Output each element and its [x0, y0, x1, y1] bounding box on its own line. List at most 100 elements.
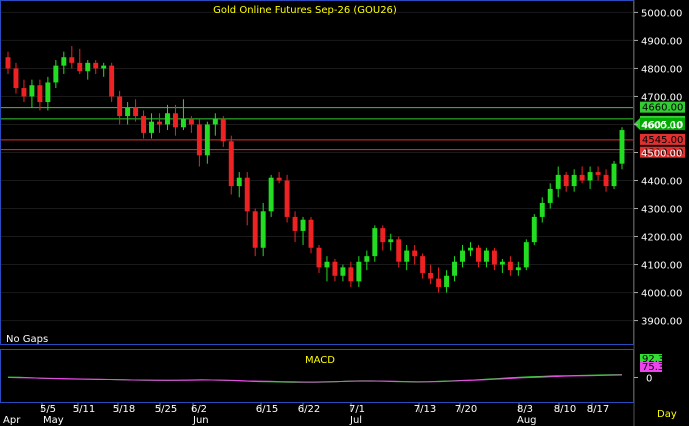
- candle-body: [420, 256, 426, 273]
- candle-body: [69, 57, 75, 63]
- candle-body: [141, 116, 147, 133]
- candle-body: [300, 219, 306, 231]
- y-tick-label: 4800.00: [641, 64, 682, 75]
- month-label: May: [43, 415, 64, 426]
- candle-body: [204, 124, 210, 156]
- candle-body: [380, 228, 386, 243]
- x-tick-label: 7/20: [455, 404, 477, 415]
- chart-svg: 4660.004620.004545.004510.004605.10 3900…: [0, 0, 685, 426]
- candle-body: [236, 177, 242, 187]
- candle-body: [61, 57, 67, 66]
- candle-body: [356, 261, 362, 282]
- candle-body: [515, 267, 521, 271]
- candle-body: [21, 88, 27, 97]
- candle-body: [228, 141, 234, 187]
- candle-body: [172, 113, 178, 128]
- x-tick-label: 5/18: [113, 404, 135, 415]
- candle-body: [412, 250, 418, 257]
- x-tick-label: 5/5: [40, 404, 56, 415]
- candle-body: [595, 172, 601, 175]
- candle-body: [292, 216, 298, 231]
- candle-body: [260, 211, 266, 248]
- candle-body: [404, 250, 410, 262]
- x-tick-label: 5/25: [155, 404, 177, 415]
- candle-body: [619, 130, 625, 164]
- candle-body: [547, 188, 553, 203]
- candle-body: [507, 261, 513, 271]
- macd-value-label: 75.3: [642, 362, 664, 373]
- y-tick-label: 4400.00: [641, 177, 682, 188]
- period-label: Day: [657, 409, 677, 420]
- candle-body: [388, 239, 394, 243]
- candle-body: [523, 242, 529, 268]
- x-tick-label: 7/13: [414, 404, 436, 415]
- candle-body: [372, 228, 378, 257]
- y-tick-label: 4600.00: [641, 120, 682, 131]
- candle-body: [332, 261, 338, 276]
- x-tick-label: 6/22: [298, 404, 320, 415]
- candle-body: [85, 62, 91, 72]
- candle-body: [611, 163, 617, 187]
- candle-body: [149, 121, 155, 133]
- chart-title: Gold Online Futures Sep-26 (GOU26): [213, 5, 397, 16]
- candle-body: [348, 267, 354, 282]
- candle-body: [428, 272, 434, 279]
- candle-body: [483, 250, 489, 262]
- y-tick-label: 4000.00: [641, 289, 682, 300]
- candle-body: [244, 177, 250, 212]
- candle-body: [396, 239, 402, 262]
- x-tick-label: 8/10: [554, 404, 576, 415]
- candle-body: [460, 250, 465, 262]
- candle-body: [324, 261, 330, 268]
- x-tick-label: 6/2: [191, 404, 207, 415]
- y-tick-label: 4500.00: [641, 148, 682, 159]
- candle-body: [37, 85, 43, 103]
- candle-body: [364, 256, 370, 262]
- candle-body: [539, 202, 545, 217]
- candle-body: [53, 65, 59, 83]
- x-tick-label: 5/11: [73, 404, 95, 415]
- y-tick-label: 4900.00: [641, 36, 682, 47]
- candle-body: [45, 82, 51, 103]
- candle-body: [125, 107, 131, 117]
- candle-body: [188, 118, 194, 125]
- y-tick-label: 3900.00: [641, 317, 682, 328]
- candle-body: [109, 65, 115, 97]
- candle-body: [316, 247, 322, 268]
- candle-body: [93, 62, 99, 69]
- price-level-label: 4545.00: [642, 135, 683, 146]
- candle-body: [133, 107, 139, 117]
- candle-body: [468, 247, 473, 251]
- month-label: Jun: [192, 415, 209, 426]
- month-label: Apr: [3, 415, 21, 426]
- candle-body: [603, 174, 609, 187]
- candle-body: [276, 177, 282, 181]
- candle-body: [563, 174, 569, 187]
- candle-body: [101, 65, 107, 69]
- candle-body: [268, 177, 274, 212]
- candle-body: [340, 267, 346, 276]
- candle-body: [196, 124, 202, 156]
- candle-body: [571, 174, 577, 187]
- candle-body: [117, 96, 123, 117]
- candle-body: [157, 121, 162, 125]
- x-tick-label: 8/3: [517, 404, 533, 415]
- macd-y-tick-label: 0: [646, 374, 652, 385]
- candle-body: [308, 219, 314, 248]
- x-tick-label: 6/15: [256, 404, 278, 415]
- candle-body: [212, 118, 218, 125]
- month-label: Jul: [349, 415, 362, 426]
- y-tick-label: 4700.00: [641, 92, 682, 103]
- candle-body: [29, 85, 35, 97]
- candle-body: [587, 172, 593, 181]
- candle-body: [180, 118, 186, 128]
- no-gaps-note: No Gaps: [6, 334, 48, 345]
- y-tick-label: 4300.00: [641, 205, 682, 216]
- candle-body: [452, 261, 458, 276]
- candle-body: [436, 278, 442, 287]
- y-tick-label: 4200.00: [641, 233, 682, 244]
- macd-title: MACD: [305, 355, 335, 366]
- price-level-label: 4660.00: [642, 103, 683, 114]
- x-tick-label: 7/1: [349, 404, 365, 415]
- x-tick-label: 8/17: [587, 404, 609, 415]
